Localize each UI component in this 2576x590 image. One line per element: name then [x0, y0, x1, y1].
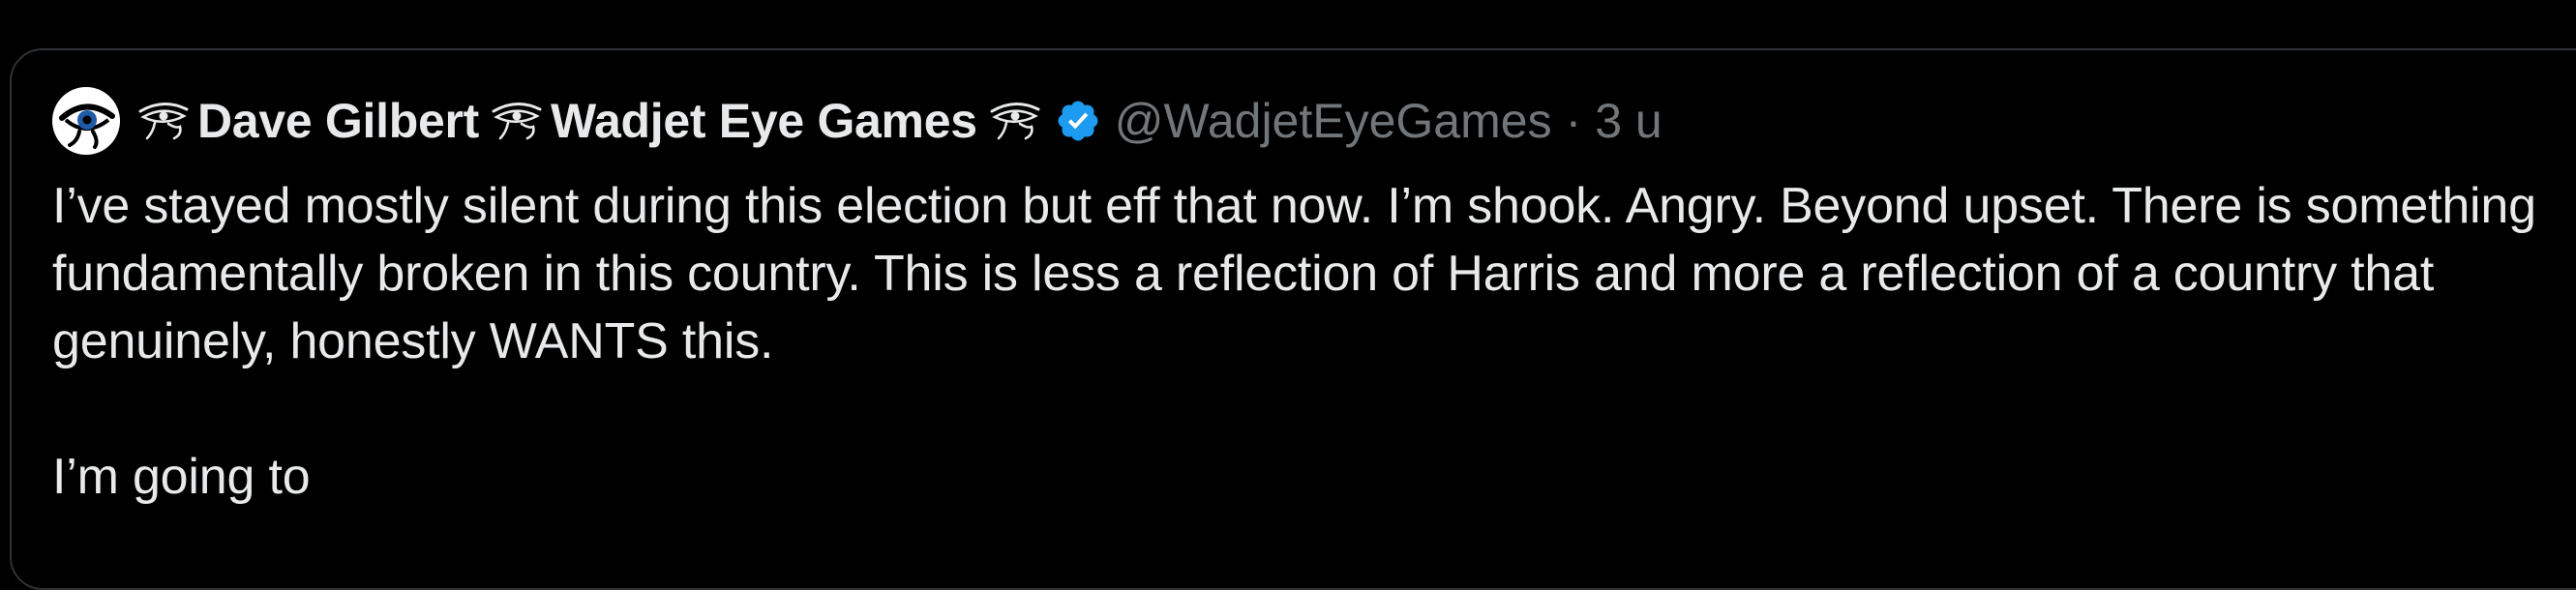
eye-of-horus-icon [989, 100, 1041, 142]
tweet-header: Dave Gilbert Wadjet Eye Games @WadjetEye… [52, 87, 1662, 155]
author-name[interactable]: Dave Gilbert [197, 93, 479, 149]
verified-badge-icon [1058, 101, 1098, 141]
author-name-studio[interactable]: Wadjet Eye Games [551, 93, 977, 149]
tweet-paragraph: I’ve stayed mostly silent during this el… [52, 178, 2536, 369]
avatar[interactable] [52, 87, 120, 155]
eye-of-horus-avatar-icon [59, 103, 115, 149]
header-separator: · [1565, 94, 1582, 148]
eye-of-horus-icon [137, 100, 190, 142]
eye-of-horus-icon [491, 100, 543, 142]
tweet-paragraph: I’m going to [52, 449, 311, 505]
tweet-timestamp[interactable]: 3 u [1595, 93, 1662, 149]
tweet-body: I’ve stayed mostly silent during this el… [52, 172, 2568, 511]
author-handle[interactable]: @WadjetEyeGames [1115, 93, 1552, 149]
quoted-tweet-card[interactable]: Dave Gilbert Wadjet Eye Games @WadjetEye… [10, 48, 2576, 590]
